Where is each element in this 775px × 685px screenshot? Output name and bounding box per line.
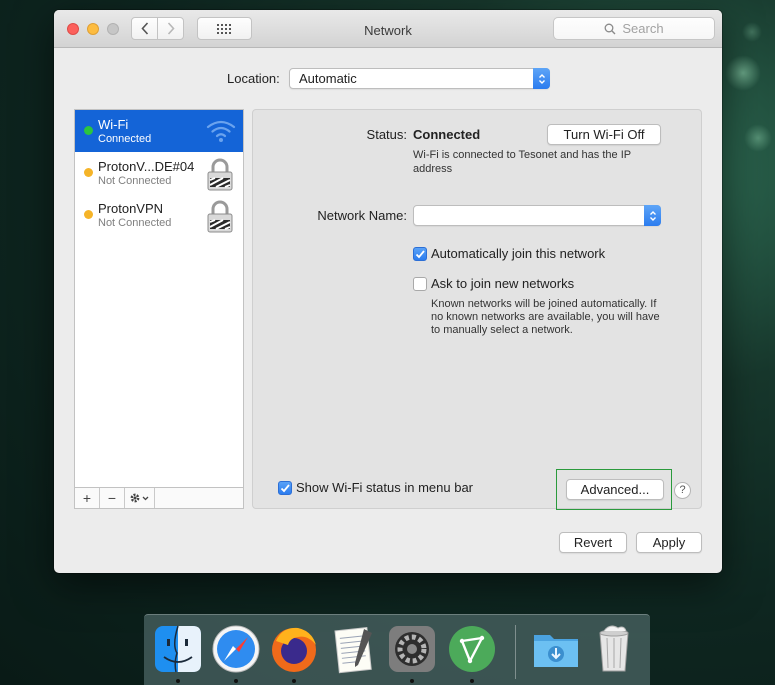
running-indicator <box>292 679 296 683</box>
search-field[interactable]: Search <box>553 17 715 40</box>
auto-join-checkbox[interactable] <box>413 247 427 261</box>
ask-join-help-line1: Known networks will be joined automatica… <box>431 298 657 310</box>
popup-arrows-icon <box>644 205 661 226</box>
help-button[interactable]: ? <box>674 482 691 499</box>
lock-icon <box>207 158 233 191</box>
turn-wifi-off-button[interactable]: Turn Wi-Fi Off <box>547 124 661 145</box>
show-wifi-status-label[interactable]: Show Wi-Fi status in menu bar <box>296 480 473 495</box>
status-value: Connected <box>413 127 481 142</box>
location-label: Location: <box>227 71 280 86</box>
title-bar: Network Search <box>54 10 722 48</box>
dock-separator <box>515 625 516 679</box>
search-placeholder: Search <box>622 21 664 36</box>
service-name: Wi-Fi <box>98 117 129 132</box>
status-description-line1: Wi-Fi is connected to Tesonet and has th… <box>413 149 632 161</box>
add-service-button[interactable]: + <box>75 488 100 508</box>
running-indicator <box>176 679 180 683</box>
running-indicator <box>470 679 474 683</box>
auto-join-label[interactable]: Automatically join this network <box>431 246 605 261</box>
ask-join-help-line2: no known networks are available, you wil… <box>431 311 660 323</box>
show-wifi-status-checkbox[interactable] <box>278 481 292 495</box>
wifi-detail-panel: Status: Connected Turn Wi-Fi Off Wi-Fi i… <box>252 109 702 509</box>
apply-button[interactable]: Apply <box>636 532 702 553</box>
gear-icon <box>130 493 148 503</box>
dock <box>144 614 650 685</box>
service-status: Not Connected <box>98 217 172 229</box>
remove-service-button[interactable]: − <box>100 488 125 508</box>
service-item-wifi[interactable]: Wi-Fi Connected <box>75 110 243 152</box>
status-label: Status: <box>366 127 407 142</box>
network-name-label: Network Name: <box>317 208 407 223</box>
service-name: ProtonV...DE#04 <box>98 159 195 174</box>
status-dot-icon <box>84 210 93 219</box>
location-popup[interactable]: Automatic <box>289 68 550 89</box>
advanced-button-highlight <box>556 469 672 510</box>
lock-icon <box>207 200 233 233</box>
status-description-line2: address <box>413 163 453 175</box>
textedit-icon[interactable] <box>328 623 380 675</box>
safari-icon[interactable] <box>210 623 262 675</box>
trash-icon[interactable] <box>588 623 640 675</box>
network-name-popup[interactable] <box>413 205 661 226</box>
running-indicator <box>410 679 414 683</box>
status-dot-icon <box>84 126 93 135</box>
firefox-icon[interactable] <box>268 623 320 675</box>
service-item-protonvpn-de04[interactable]: ProtonV...DE#04 Not Connected <box>75 152 243 194</box>
checkmark-icon <box>415 250 425 259</box>
service-list-toolbar: + − <box>75 487 243 508</box>
search-icon <box>604 23 616 34</box>
ask-join-label[interactable]: Ask to join new networks <box>431 276 574 291</box>
service-status: Not Connected <box>98 175 172 187</box>
ask-join-help-line3: to manually select a network. <box>431 324 573 336</box>
service-name: ProtonVPN <box>98 201 164 216</box>
wifi-icon <box>206 120 236 142</box>
system-preferences-icon[interactable] <box>386 623 438 675</box>
location-value: Automatic <box>299 71 357 86</box>
protonvpn-icon[interactable] <box>446 623 498 675</box>
service-status: Connected <box>98 133 152 145</box>
network-preferences-window: Network Search Location: Automatic Wi-Fi… <box>54 10 722 573</box>
service-item-protonvpn[interactable]: ProtonVPN Not Connected <box>75 194 243 236</box>
status-dot-icon <box>84 168 93 177</box>
popup-arrows-icon <box>533 68 550 89</box>
ask-join-checkbox[interactable] <box>413 277 427 291</box>
running-indicator <box>234 679 238 683</box>
checkmark-icon <box>280 484 290 493</box>
service-list: Wi-Fi Connected ProtonV...DE#04 Not Conn… <box>74 109 244 509</box>
action-menu-button[interactable] <box>125 488 155 508</box>
revert-button[interactable]: Revert <box>559 532 627 553</box>
downloads-folder-icon[interactable] <box>530 623 582 675</box>
finder-icon[interactable] <box>152 623 204 675</box>
